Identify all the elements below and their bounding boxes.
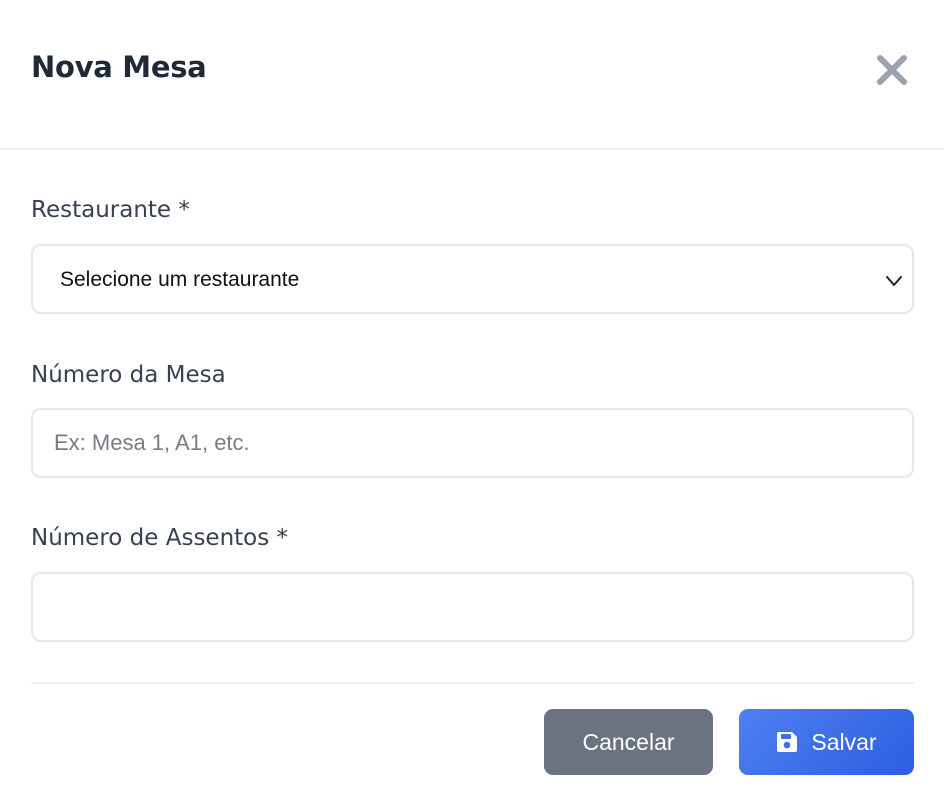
table-number-input[interactable] <box>33 410 912 476</box>
table-number-label: Número da Mesa <box>31 362 226 388</box>
modal-header: Nova Mesa <box>0 0 944 150</box>
cancel-button[interactable]: Cancelar <box>544 709 713 775</box>
seats-input[interactable] <box>33 574 912 640</box>
floppy-disk-icon <box>776 731 798 753</box>
seats-field-wrapper <box>31 572 914 642</box>
save-button-label: Salvar <box>811 728 877 755</box>
restaurant-select-value: Selecione um restaurante <box>60 268 300 291</box>
chevron-down-icon <box>884 271 904 291</box>
modal-title: Nova Mesa <box>31 50 207 84</box>
cancel-button-label: Cancelar <box>582 728 675 755</box>
restaurant-select[interactable]: Selecione um restaurante <box>31 244 914 314</box>
close-button[interactable] <box>872 50 912 90</box>
table-number-field-wrapper <box>31 408 914 478</box>
close-icon <box>872 50 912 90</box>
footer-divider <box>31 682 914 684</box>
new-table-modal: Nova Mesa Restaurante * Selecione um res… <box>0 0 944 802</box>
save-button[interactable]: Salvar <box>739 709 914 775</box>
seats-label: Número de Assentos * <box>31 525 289 551</box>
restaurant-label: Restaurante * <box>31 197 190 223</box>
